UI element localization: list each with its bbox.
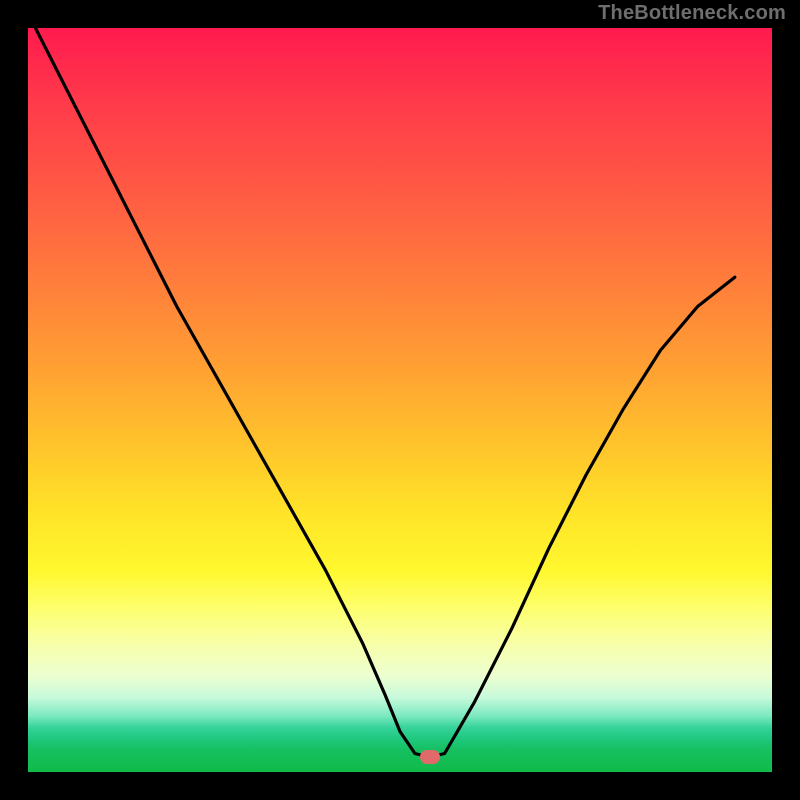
watermark-text: TheBottleneck.com <box>598 2 786 25</box>
bottleneck-curve-path <box>28 28 735 757</box>
optimal-point-marker <box>420 750 440 764</box>
bottleneck-curve-svg <box>28 28 772 772</box>
chart-frame: TheBottleneck.com <box>0 0 800 800</box>
plot-area <box>28 28 772 772</box>
